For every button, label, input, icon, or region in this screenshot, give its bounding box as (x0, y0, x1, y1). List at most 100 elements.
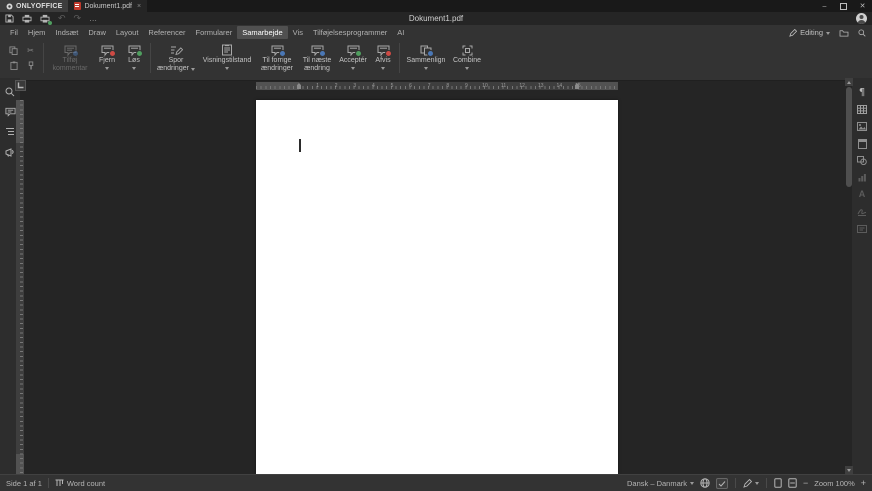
scroll-down-button[interactable] (845, 466, 853, 474)
remove-comment-button[interactable]: Fjern (93, 43, 121, 70)
feedback-megaphone-icon (5, 147, 16, 157)
clipboard-group: ✂ (4, 43, 40, 73)
previous-change-badge (279, 50, 286, 57)
feedback-button[interactable] (4, 146, 16, 157)
paragraph-settings-button[interactable]: ¶ (856, 87, 868, 98)
reject-badge (385, 50, 392, 57)
app-menu-button[interactable]: ONLYOFFICE (0, 0, 68, 12)
undo-button[interactable]: ↶ (58, 13, 66, 24)
text-cursor (299, 139, 301, 152)
resolve-comment-button[interactable]: Løs (121, 43, 147, 70)
chevron-down-icon (105, 67, 109, 70)
comments-panel-button[interactable] (4, 106, 16, 117)
quick-access-toolbar: ↶ ↷ … (0, 12, 872, 25)
table-settings-button[interactable] (856, 104, 868, 115)
shape-settings-button[interactable] (856, 155, 868, 166)
language-label: Dansk – Danmark (627, 479, 687, 488)
document-page[interactable] (256, 100, 618, 474)
image-settings-button[interactable] (856, 121, 868, 132)
tab-formularer[interactable]: Formularer (191, 26, 238, 39)
user-avatar[interactable] (856, 13, 867, 24)
tab-close-icon[interactable]: × (137, 3, 141, 10)
maximize-button[interactable] (834, 0, 853, 12)
navigation-panel-button[interactable] (4, 126, 16, 137)
display-mode-button[interactable]: Visningstilstand (198, 43, 256, 70)
tab-referencer[interactable]: Referencer (143, 26, 190, 39)
status-bar: Side 1 af 1 Word count Dansk – Danmark −… (0, 474, 872, 491)
comment-icon (5, 107, 16, 117)
ribbon-tab-bar: Fil Hjem Indsæt Draw Layout Referencer F… (0, 25, 872, 40)
next-change-button[interactable]: Til næste ændring (298, 43, 336, 73)
paste-button[interactable] (7, 59, 20, 72)
tab-fil[interactable]: Fil (5, 26, 23, 39)
signature-settings-button[interactable] (856, 206, 868, 217)
tab-stop-selector[interactable] (15, 80, 26, 91)
chart-settings-button[interactable] (856, 172, 868, 183)
ribbon-separator (150, 43, 151, 73)
print-button[interactable] (22, 13, 32, 24)
vertical-scrollbar[interactable] (845, 78, 853, 474)
track-changes-button[interactable]: Spor ændringer (154, 43, 198, 73)
combine-button[interactable]: Combine (449, 43, 485, 70)
tab-ai[interactable]: AI (392, 26, 409, 39)
tab-tilfoejelsesprogrammer[interactable]: Tilføjelsesprogrammer (308, 26, 392, 39)
open-file-location-icon[interactable] (839, 29, 849, 37)
tab-indsaet[interactable]: Indsæt (50, 26, 83, 39)
document-tab[interactable]: Dokument1.pdf × (68, 0, 147, 12)
fit-page-icon[interactable] (774, 478, 782, 488)
tab-hjem[interactable]: Hjem (23, 26, 51, 39)
redo-button[interactable]: ↷ (74, 13, 82, 24)
zoom-out-button[interactable]: − (803, 479, 808, 488)
maximize-icon (840, 3, 847, 10)
copy-button[interactable] (7, 44, 20, 57)
tab-samarbejde[interactable]: Samarbejde (237, 26, 287, 39)
statusbar-separator (735, 478, 736, 488)
track-changes-icon (170, 45, 183, 56)
compare-button[interactable]: Sammenlign (403, 43, 449, 70)
set-language-globe-icon[interactable] (700, 478, 710, 488)
copy-icon (9, 46, 18, 55)
zoom-in-button[interactable]: + (861, 479, 866, 488)
scrollbar-thumb[interactable] (846, 87, 852, 187)
copy-style-button[interactable] (24, 59, 37, 72)
statusbar-right: Dansk – Danmark − Zoom 100% + (627, 478, 866, 489)
search-icon[interactable] (858, 29, 866, 37)
tab-draw[interactable]: Draw (83, 26, 111, 39)
accept-change-button[interactable]: Acceptér (336, 43, 370, 70)
spell-check-toggle[interactable] (716, 478, 728, 489)
add-comment-button[interactable]: Tilføj kommentar (47, 43, 93, 73)
tab-vis[interactable]: Vis (288, 26, 308, 39)
quick-print-button[interactable] (40, 13, 50, 24)
headings-icon (5, 127, 15, 136)
text-box-settings-button[interactable] (856, 223, 868, 234)
customize-toolbar-button[interactable]: … (89, 13, 97, 24)
language-selector[interactable]: Dansk – Danmark (627, 479, 694, 488)
text-art-settings-button[interactable]: A (856, 189, 868, 200)
previous-change-button[interactable]: Til forrige ændringer (256, 43, 298, 73)
pdf-file-icon (74, 2, 81, 10)
accept-badge (355, 50, 362, 57)
print-icon (22, 14, 32, 23)
track-changes-toggle[interactable] (743, 479, 759, 488)
vertical-ruler[interactable] (16, 100, 24, 474)
image-icon (857, 122, 867, 131)
reject-change-button[interactable]: Afvis (370, 43, 396, 70)
tab-layout[interactable]: Layout (111, 26, 144, 39)
word-count-button[interactable]: Word count (55, 479, 105, 488)
display-mode-label: Visningstilstand (203, 57, 252, 65)
horizontal-ruler[interactable]: 123456789101112131415 (256, 82, 618, 90)
zoom-level[interactable]: Zoom 100% (814, 479, 854, 488)
fit-width-icon[interactable] (788, 478, 797, 488)
previous-change-label-2: ændringer (261, 65, 293, 73)
header-footer-settings-button[interactable] (856, 138, 868, 149)
editing-mode-button[interactable]: Editing (789, 28, 830, 37)
compare-badge (427, 50, 434, 57)
scroll-up-button[interactable] (845, 78, 853, 86)
window-titlebar: ONLYOFFICE Dokument1.pdf × – ✕ (0, 0, 872, 12)
resolve-comment-label: Løs (128, 57, 140, 65)
save-button[interactable] (5, 13, 14, 24)
cut-button[interactable]: ✂ (24, 44, 37, 57)
page-indicator[interactable]: Side 1 af 1 (6, 479, 42, 488)
minimize-button[interactable]: – (815, 0, 834, 12)
close-button[interactable]: ✕ (853, 0, 872, 12)
